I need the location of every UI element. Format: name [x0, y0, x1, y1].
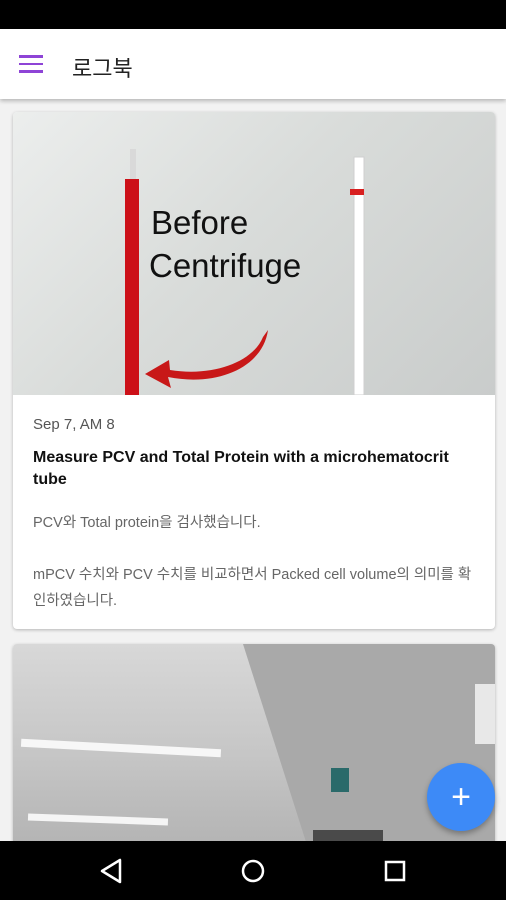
office-ceiling-photo: [13, 644, 495, 841]
tube-left-blood: [125, 179, 139, 395]
home-icon[interactable]: [237, 855, 269, 887]
status-bar: [0, 0, 506, 29]
system-nav-bar: [0, 841, 506, 900]
exit-sign: [331, 768, 349, 792]
app-bar: 로그북: [0, 29, 506, 99]
ceiling-light: [20, 738, 222, 758]
hamburger-menu-icon[interactable]: [14, 48, 48, 80]
centrifuge-illustration: Before Centrifuge: [125, 149, 365, 396]
card-title: Measure PCV and Total Protein with a mic…: [33, 449, 449, 488]
card-date: Sep 7, AM 8: [33, 416, 115, 433]
page-title: 로그북: [72, 56, 133, 81]
red-arrow: [145, 330, 268, 388]
photo-text-line2: Centrifuge: [149, 247, 301, 284]
card-body-paragraph: PCV와 Total protein을 검사했습니다.: [33, 515, 261, 531]
ceiling-light: [27, 813, 169, 826]
add-entry-button[interactable]: +: [427, 763, 495, 831]
doorway: [313, 830, 383, 841]
ceiling-illustration: [20, 644, 495, 841]
card-body-paragraph: mPCV 수치와 PCV 수치를 비교하면서 Packed cell volum…: [33, 567, 472, 609]
back-icon[interactable]: [96, 855, 128, 887]
card-body: PCV와 Total protein을 검사했습니다. mPCV 수치와 PCV…: [33, 510, 483, 629]
centrifuge-photo: Before Centrifuge: [13, 112, 495, 396]
recents-icon[interactable]: [379, 855, 411, 887]
wall-panel: [475, 684, 495, 744]
log-card[interactable]: Before Centrifuge Sep 7, AM 8 Measure PC…: [13, 112, 495, 629]
tube-right-blood-mark: [350, 189, 364, 195]
log-card[interactable]: [13, 644, 495, 841]
plus-icon: +: [451, 777, 471, 816]
logbook-feed[interactable]: Before Centrifuge Sep 7, AM 8 Measure PC…: [0, 99, 506, 841]
photo-text-line1: Before: [151, 204, 248, 241]
